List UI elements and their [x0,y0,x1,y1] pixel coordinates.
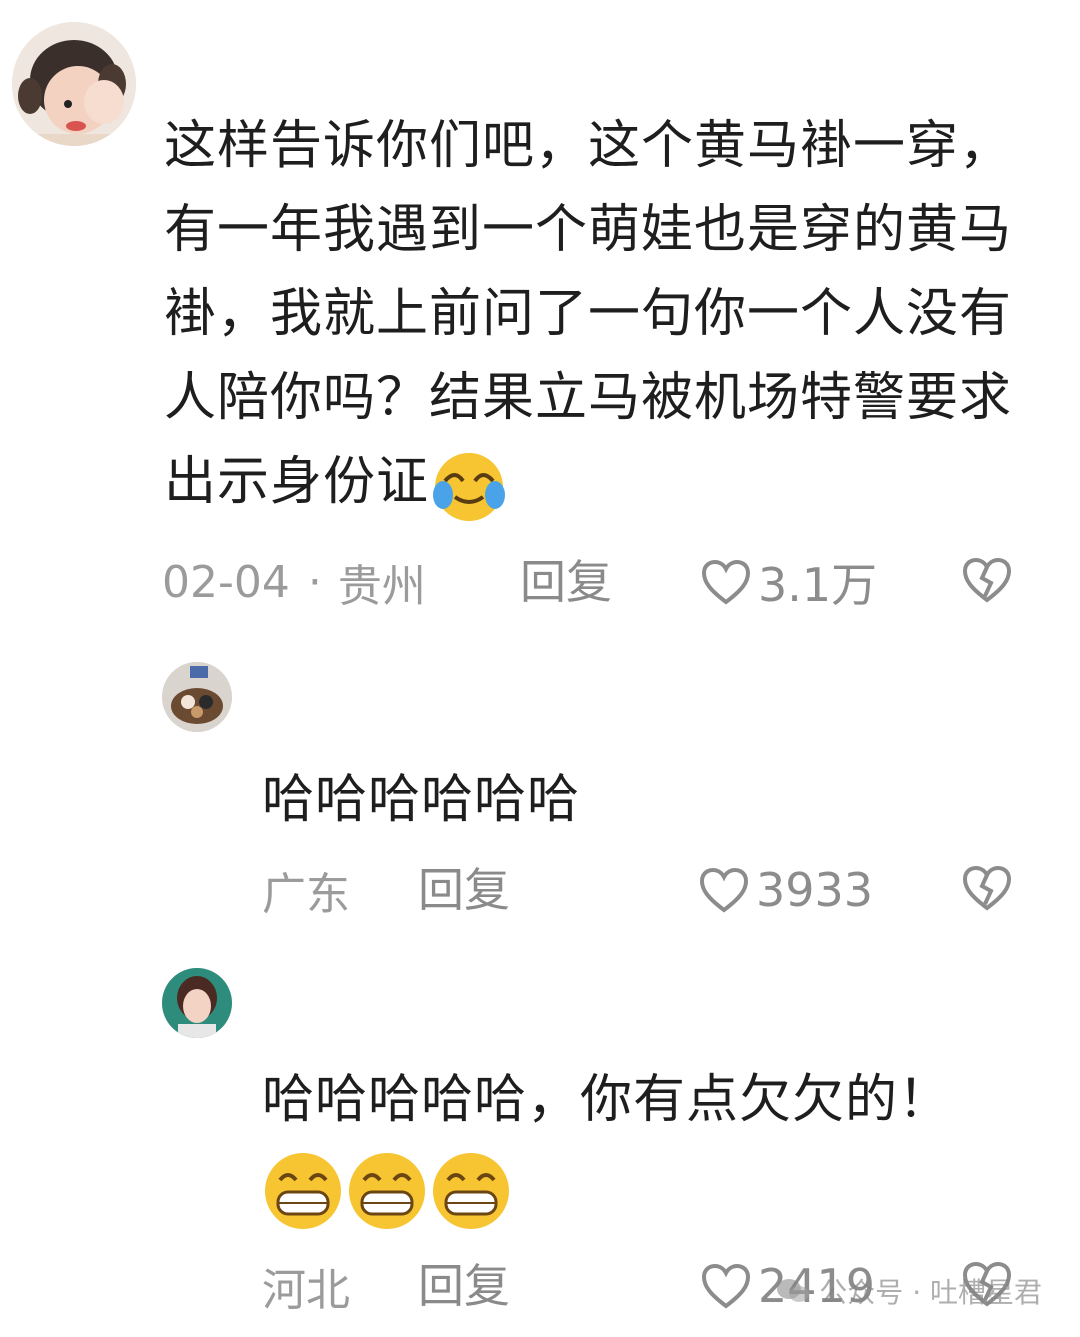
comment-body: 哈哈哈哈哈，你有点欠欠的！ [262,1070,952,1130]
broken-heart-icon[interactable] [962,556,1012,604]
comment-date: 02-04 [162,556,290,608]
comment-meta: 河北 [262,1256,350,1316]
heart-outline-icon [699,867,749,913]
reply-button[interactable]: 回复 [520,552,612,612]
avatar[interactable] [162,662,232,732]
comment-meta: 02-04 · 贵州 [162,552,426,613]
reply-button[interactable]: 回复 [418,860,510,920]
comment-meta: 广东 [262,860,350,920]
avatar[interactable] [162,968,232,1038]
watermark-label: 公众号 · 吐槽星君 [819,1276,1042,1309]
grinning-emoji-icon [430,1150,512,1232]
meta-separator: · [307,556,322,608]
comment-location: 广东 [262,869,350,920]
like-count: 3933 [756,863,874,917]
broken-heart-icon[interactable] [962,864,1012,912]
emoji-line [262,1142,1042,1236]
reply-button[interactable]: 回复 [418,1256,510,1316]
comment-text: 哈哈哈哈哈哈 [262,770,581,830]
crying-laughing-emoji-icon [429,445,509,525]
comment-2: 哈哈哈哈哈哈 广东 回复 3933 [0,640,1080,960]
grinning-emoji-icon [262,1150,344,1232]
watermark: 公众号 · 吐槽星君 [775,1271,1042,1311]
wechat-logo-icon [777,1279,810,1302]
like-button[interactable]: 3933 [698,860,873,920]
comment-text: 哈哈哈哈哈，你有点欠欠的！ [262,1058,1042,1236]
comment-location: 贵州 [337,561,426,612]
like-button[interactable]: 3.1万 [700,552,877,612]
comment-body: 这样告诉你们吧，这个黄马褂一穿，有一年我遇到一个萌娃也是穿的黄马褂，我就上前问了… [164,116,1013,512]
grinning-emoji-icon [346,1150,428,1232]
comment-1: 这样告诉你们吧，这个黄马褂一穿，有一年我遇到一个萌娃也是穿的黄马褂，我就上前问了… [0,0,1080,640]
avatar[interactable] [12,22,136,146]
heart-outline-icon [701,559,751,605]
comment-text: 这样告诉你们吧，这个黄马褂一穿，有一年我遇到一个萌娃也是穿的黄马褂，我就上前问了… [164,104,1024,525]
heart-outline-icon [701,1263,751,1309]
comment-location: 河北 [262,1265,350,1316]
like-count: 3.1万 [758,558,878,612]
